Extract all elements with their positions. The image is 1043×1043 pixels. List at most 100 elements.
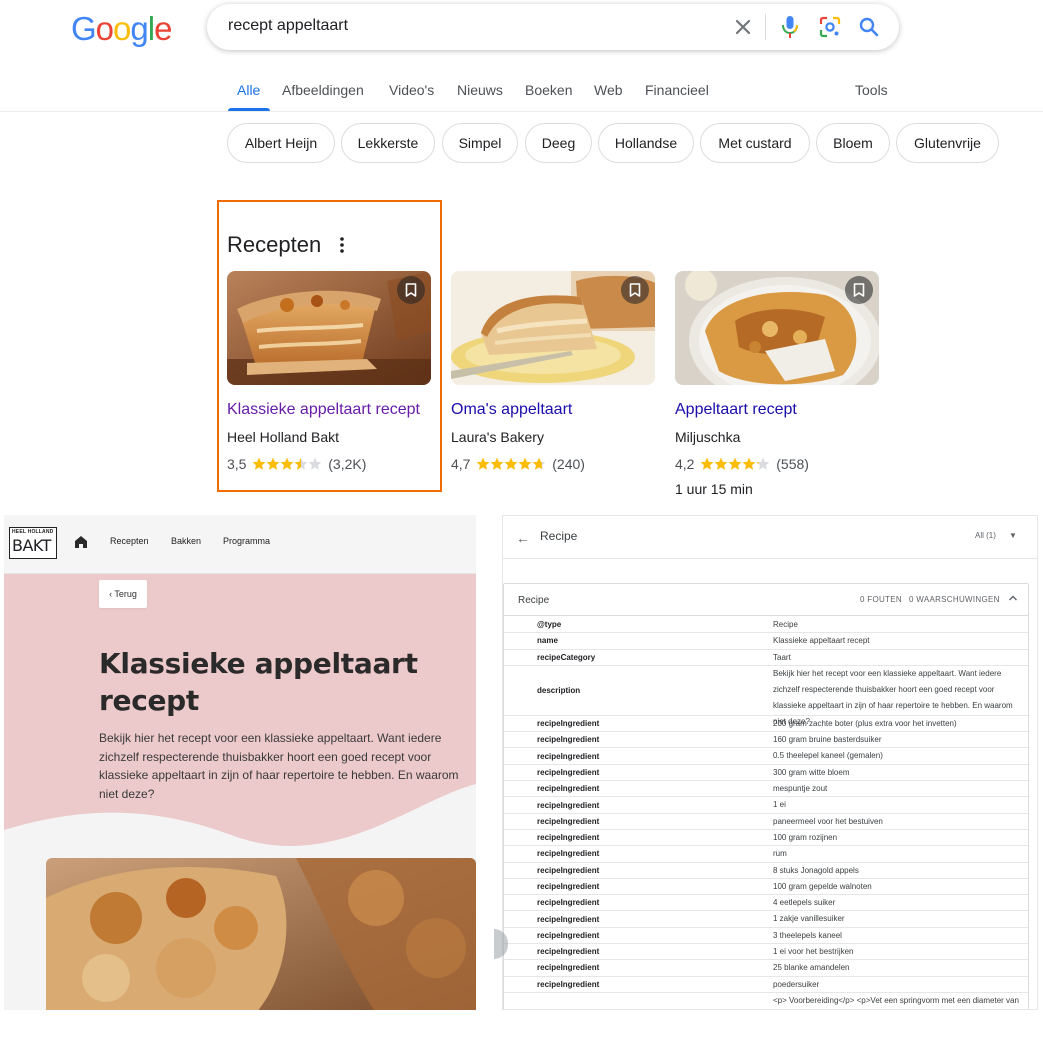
star-icon bbox=[295, 458, 308, 470]
star-icon bbox=[533, 458, 546, 470]
site-nav-programma[interactable]: Programma bbox=[223, 536, 270, 546]
bookmark-icon[interactable] bbox=[621, 276, 649, 304]
tab-financieel[interactable]: Financieel bbox=[645, 82, 709, 98]
chip-lekkerste[interactable]: Lekkerste bbox=[341, 123, 435, 163]
logo-letter: G bbox=[71, 10, 97, 47]
star-icon bbox=[309, 458, 322, 470]
google-logo[interactable]: Google bbox=[71, 10, 172, 48]
property-key: recipeIngredient bbox=[537, 882, 600, 891]
structured-data-table: @type Recipe name Klassieke appeltaart rece… bbox=[504, 617, 1028, 1009]
star-icon bbox=[505, 458, 518, 470]
chip-met-custard[interactable]: Met custard bbox=[700, 123, 810, 163]
table-row: @type Recipe bbox=[504, 617, 1028, 634]
bookmark-icon[interactable] bbox=[397, 276, 425, 304]
star-rating-icon bbox=[701, 458, 770, 470]
logo-letter: o bbox=[113, 10, 131, 47]
star-icon bbox=[477, 458, 490, 470]
property-value: 1 ei voor het bestrijken bbox=[773, 947, 854, 957]
table-row: recipeIngredient 300 gram witte bloem bbox=[504, 765, 1028, 782]
property-key: recipeIngredient bbox=[537, 930, 600, 940]
star-icon bbox=[701, 458, 714, 470]
microphone-icon[interactable] bbox=[778, 14, 802, 40]
table-row: recipeIngredient 3 theelepels kaneel bbox=[504, 928, 1028, 945]
site-nav-recepten[interactable]: Recepten bbox=[110, 536, 149, 546]
back-arrow-icon[interactable]: ← bbox=[516, 530, 530, 546]
recipe-source: Laura's Bakery bbox=[451, 429, 544, 445]
lens-icon[interactable] bbox=[818, 15, 842, 39]
property-value: Recipe bbox=[773, 620, 798, 629]
recipe-item-header[interactable]: Recipe 0 FOUTEN 0 WAARSCHUWINGEN bbox=[504, 584, 1028, 616]
chip-glutenvrije[interactable]: Glutenvrije bbox=[896, 123, 999, 163]
recipe-source: Heel Holland Bakt bbox=[227, 429, 340, 445]
property-key: @type bbox=[537, 620, 562, 630]
active-tab-indicator bbox=[228, 108, 270, 111]
search-tabs: Alle Afbeeldingen Video's Nieuws Boeken … bbox=[0, 70, 1043, 112]
property-key: recipeIngredient bbox=[537, 898, 600, 908]
search-icon[interactable] bbox=[857, 15, 881, 39]
star-icon bbox=[253, 458, 266, 470]
property-key: recipeIngredient bbox=[537, 914, 600, 924]
chip-simpel[interactable]: Simpel bbox=[442, 123, 518, 163]
property-value: Taart bbox=[773, 652, 791, 662]
rating-value: 4,2 bbox=[675, 456, 695, 473]
star-icon bbox=[281, 458, 294, 470]
recipe-title-link[interactable]: Klassieke appeltaart recept bbox=[227, 401, 420, 419]
property-value: paneermeel voor het bestuiven bbox=[773, 816, 883, 826]
close-icon[interactable] bbox=[731, 15, 755, 39]
property-key: recipeIngredient bbox=[537, 800, 600, 810]
site-logo[interactable]: HEEL HOLLAND BAKT bbox=[9, 527, 57, 559]
rating-count: (558) bbox=[776, 456, 809, 473]
tab-afbeeldingen[interactable]: Afbeeldingen bbox=[282, 82, 364, 98]
table-row: name Klassieke appeltaart recept bbox=[504, 633, 1028, 650]
property-value: mespuntje zout bbox=[773, 784, 828, 794]
recipe-title-link[interactable]: Appeltaart recept bbox=[675, 401, 797, 419]
property-key: recipeIngredient bbox=[537, 735, 600, 745]
chip-bloem[interactable]: Bloem bbox=[816, 123, 890, 163]
property-key: recipeCategory bbox=[537, 652, 596, 662]
website-panel: HEEL HOLLAND BAKT Recepten Bakken Progra… bbox=[4, 515, 476, 1010]
tab-alle[interactable]: Alle bbox=[237, 82, 260, 98]
table-row: recipeIngredient 1 ei bbox=[504, 797, 1028, 814]
item-filter-dropdown[interactable]: All (1) bbox=[975, 531, 996, 540]
property-key: recipeIngredient bbox=[537, 947, 600, 957]
chevron-down-icon[interactable]: ▼ bbox=[1009, 531, 1017, 540]
property-value: 25 blanke amandelen bbox=[773, 963, 850, 973]
star-icon bbox=[757, 458, 770, 470]
tab-nieuws[interactable]: Nieuws bbox=[457, 82, 503, 98]
property-key: recipeIngredient bbox=[537, 833, 600, 843]
site-navbar: HEEL HOLLAND BAKT Recepten Bakken Progra… bbox=[4, 515, 476, 574]
tab-tools[interactable]: Tools bbox=[855, 82, 888, 98]
bookmark-icon[interactable] bbox=[845, 276, 873, 304]
home-icon[interactable] bbox=[74, 535, 88, 549]
chevron-up-icon[interactable] bbox=[1008, 593, 1018, 605]
recipe-rating: 4,2 (558) bbox=[675, 455, 809, 473]
chip-hollandse[interactable]: Hollandse bbox=[598, 123, 694, 163]
recipe-item-title: Recipe bbox=[518, 595, 550, 606]
chip-albert-heijn[interactable]: Albert Heijn bbox=[227, 123, 335, 163]
chip-deeg[interactable]: Deeg bbox=[525, 123, 592, 163]
site-nav-bakken[interactable]: Bakken bbox=[171, 536, 201, 546]
property-value: 100 gram rozijnen bbox=[773, 832, 838, 842]
site-page-title: Klassieke appeltaart recept bbox=[99, 647, 418, 717]
recipe-title-link[interactable]: Oma's appeltaart bbox=[451, 401, 572, 419]
property-key: description bbox=[537, 685, 581, 695]
table-row: recipeIngredient 200 gram zachte boter (p… bbox=[504, 716, 1028, 733]
property-value: 100 gram gepelde walnoten bbox=[773, 881, 872, 891]
property-value: 0.5 theelepel kaneel (gemalen) bbox=[773, 751, 883, 761]
back-button[interactable]: ‹ Terug bbox=[99, 580, 147, 608]
site-description: Bekijk hier het recept voor een klassiek… bbox=[99, 731, 459, 801]
rich-results-title: Recipe bbox=[540, 529, 578, 543]
rich-results-panel: ← Recipe All (1) ▼ Recipe 0 FOUTEN 0 WAA… bbox=[502, 515, 1038, 1010]
recipe-rating: 4,7 (240) bbox=[451, 455, 585, 473]
table-row: recipeCategory Taart bbox=[504, 650, 1028, 666]
star-icon bbox=[743, 458, 756, 470]
search-box[interactable]: recept appeltaart bbox=[207, 4, 899, 50]
tab-web[interactable]: Web bbox=[594, 82, 623, 98]
property-value: Klassieke appeltaart recept bbox=[773, 636, 870, 646]
star-icon bbox=[715, 458, 728, 470]
tab-videos[interactable]: Video's bbox=[389, 82, 434, 98]
search-input[interactable]: recept appeltaart bbox=[228, 17, 348, 35]
tab-boeken[interactable]: Boeken bbox=[525, 82, 572, 98]
property-key: recipeIngredient bbox=[537, 979, 600, 989]
property-value: poedersuiker bbox=[773, 979, 820, 989]
